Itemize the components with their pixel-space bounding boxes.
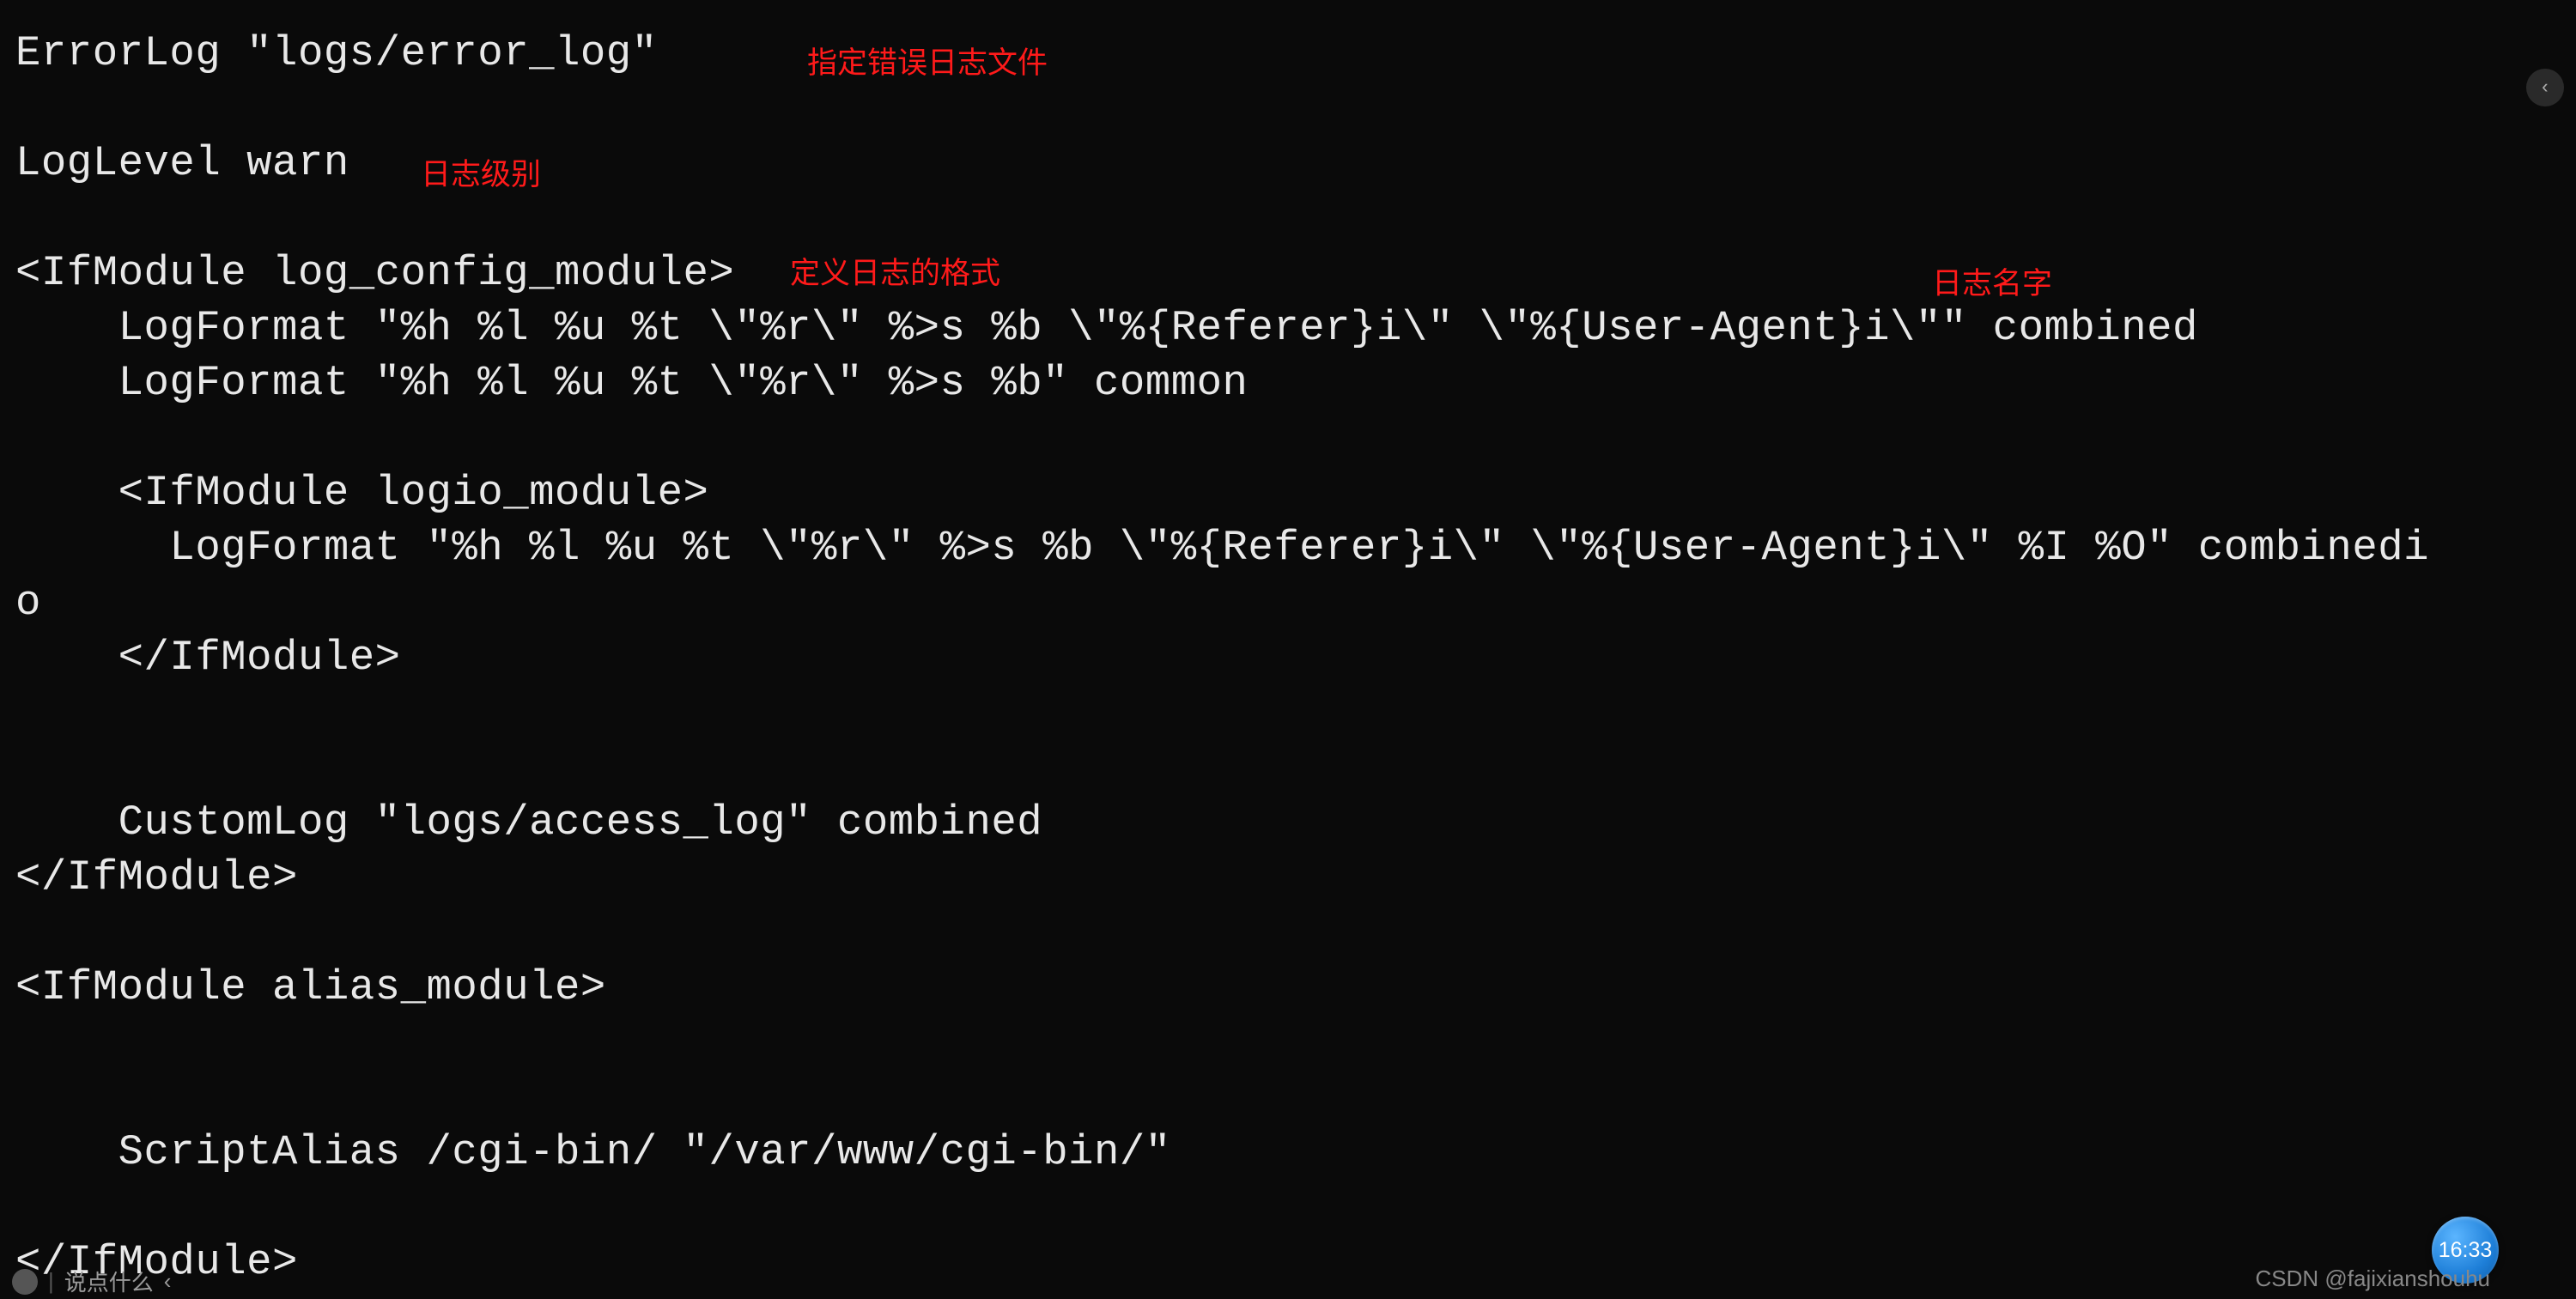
clock-time: 16:33 [2439,1238,2493,1263]
code-line: ErrorLog "logs/error_log" [15,29,658,77]
comment-placeholder: 说点什么 [64,1266,154,1297]
code-line: </IfModule> [15,853,298,901]
code-line: LogLevel warn [15,139,349,187]
user-avatar-icon [12,1269,38,1295]
annotation-errorlog: 指定错误日志文件 [807,39,1048,82]
expand-panel-button[interactable]: ‹ [2526,69,2564,106]
code-line: o [15,579,41,627]
code-line: LogFormat "%h %l %u %t \"%r\" %>s %b \"%… [15,304,2198,352]
annotation-logformat: 定义日志的格式 [790,249,1000,293]
chevron-left-icon: ‹ [164,1268,172,1295]
watermark-text: CSDN @fajixianshouhu [2255,1266,2490,1292]
divider: | [48,1268,54,1295]
code-line: LogFormat "%h %l %u %t \"%r\" %>s %b" co… [15,359,1248,407]
code-line: </IfModule> [15,634,401,682]
chevron-left-icon: ‹ [2539,77,2550,99]
bottom-input-bar[interactable]: | 说点什么 ‹ [12,1266,171,1297]
code-line: <IfModule log_config_module> [15,249,734,297]
annotation-logname: 日志名字 [1932,259,2052,303]
code-line: LogFormat "%h %l %u %t \"%r\" %>s %b \"%… [15,524,2429,572]
code-line: <IfModule logio_module> [15,469,708,517]
code-line: ScriptAlias /cgi-bin/ "/var/www/cgi-bin/… [15,1128,1171,1176]
code-line: CustomLog "logs/access_log" combined [15,798,1042,847]
code-line: <IfModule alias_module> [15,963,606,1011]
annotation-loglevel: 日志级别 [421,150,541,194]
config-code-block: ErrorLog "logs/error_log" LogLevel warn … [15,26,2561,1290]
